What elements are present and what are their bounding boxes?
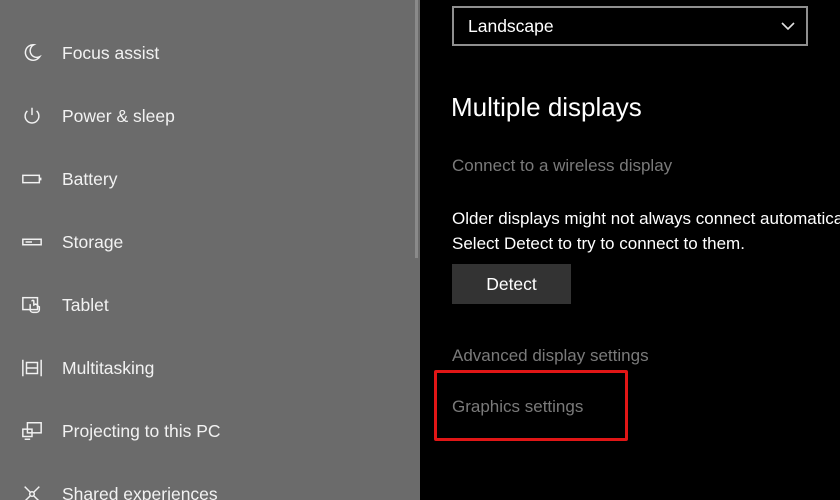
moon-icon (20, 41, 44, 65)
sidebar-scrollbar[interactable] (415, 0, 418, 258)
orientation-dropdown[interactable]: Landscape (452, 6, 808, 46)
multiple-displays-heading: Multiple displays (451, 92, 642, 122)
sidebar-item-tablet[interactable]: Tablet (0, 281, 415, 329)
connect-wireless-display-link[interactable]: Connect to a wireless display (452, 156, 672, 176)
sidebar-item-label: Power & sleep (62, 105, 175, 126)
tablet-icon (20, 293, 44, 317)
storage-icon (20, 230, 44, 254)
advanced-display-settings-link[interactable]: Advanced display settings (452, 346, 649, 366)
sidebar-item-label: Projecting to this PC (62, 420, 221, 441)
detect-button[interactable]: Detect (452, 264, 571, 304)
chevron-down-icon (781, 22, 795, 31)
settings-sidebar: Focus assist Power & sleep Battery Stora… (0, 0, 420, 500)
shared-experiences-icon (20, 482, 44, 500)
older-displays-description: Older displays might not always connect … (452, 209, 840, 253)
sidebar-item-focus-assist[interactable]: Focus assist (0, 29, 415, 77)
highlight-annotation-box (434, 370, 628, 441)
battery-icon (20, 167, 44, 191)
sidebar-item-battery[interactable]: Battery (0, 155, 415, 203)
sidebar-item-label: Storage (62, 231, 124, 252)
sidebar-item-label: Focus assist (62, 42, 160, 63)
multitasking-icon (20, 356, 44, 380)
projecting-icon (20, 419, 44, 443)
sidebar-item-multitasking[interactable]: Multitasking (0, 344, 415, 392)
sidebar-item-label: Tablet (62, 294, 109, 315)
sidebar-item-label: Multitasking (62, 357, 155, 378)
orientation-value: Landscape (468, 15, 554, 36)
sidebar-item-label: Battery (62, 168, 118, 189)
sidebar-item-storage[interactable]: Storage (0, 218, 415, 266)
sidebar-item-label: Shared experiences (62, 483, 218, 500)
display-settings-pane: Landscape Multiple displays Connect to a… (420, 0, 840, 500)
sidebar-item-power-sleep[interactable]: Power & sleep (0, 92, 415, 140)
power-icon (20, 104, 44, 128)
sidebar-item-projecting[interactable]: Projecting to this PC (0, 407, 415, 455)
sidebar-item-shared-experiences[interactable]: Shared experiences (0, 470, 415, 500)
